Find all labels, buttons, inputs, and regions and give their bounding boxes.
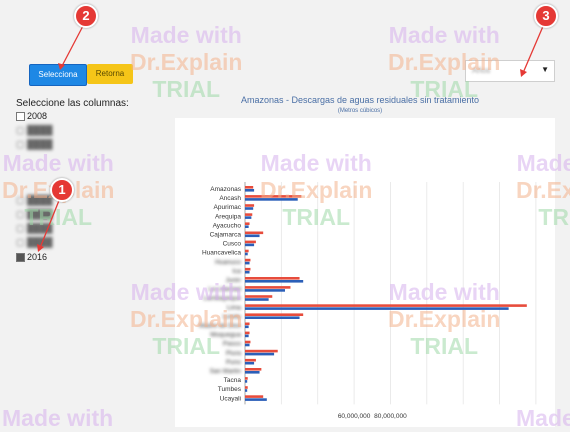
callout-arrowhead bbox=[58, 63, 65, 70]
callout-arrow-1 bbox=[39, 197, 61, 249]
callout-badge-2: 2 bbox=[74, 4, 98, 28]
callout-arrows bbox=[37, 23, 545, 252]
callout-arrow-3 bbox=[522, 23, 545, 74]
callout-badge-3: 3 bbox=[534, 4, 558, 28]
callout-arrow-2 bbox=[61, 23, 85, 67]
callout-badge-1: 1 bbox=[50, 178, 74, 202]
